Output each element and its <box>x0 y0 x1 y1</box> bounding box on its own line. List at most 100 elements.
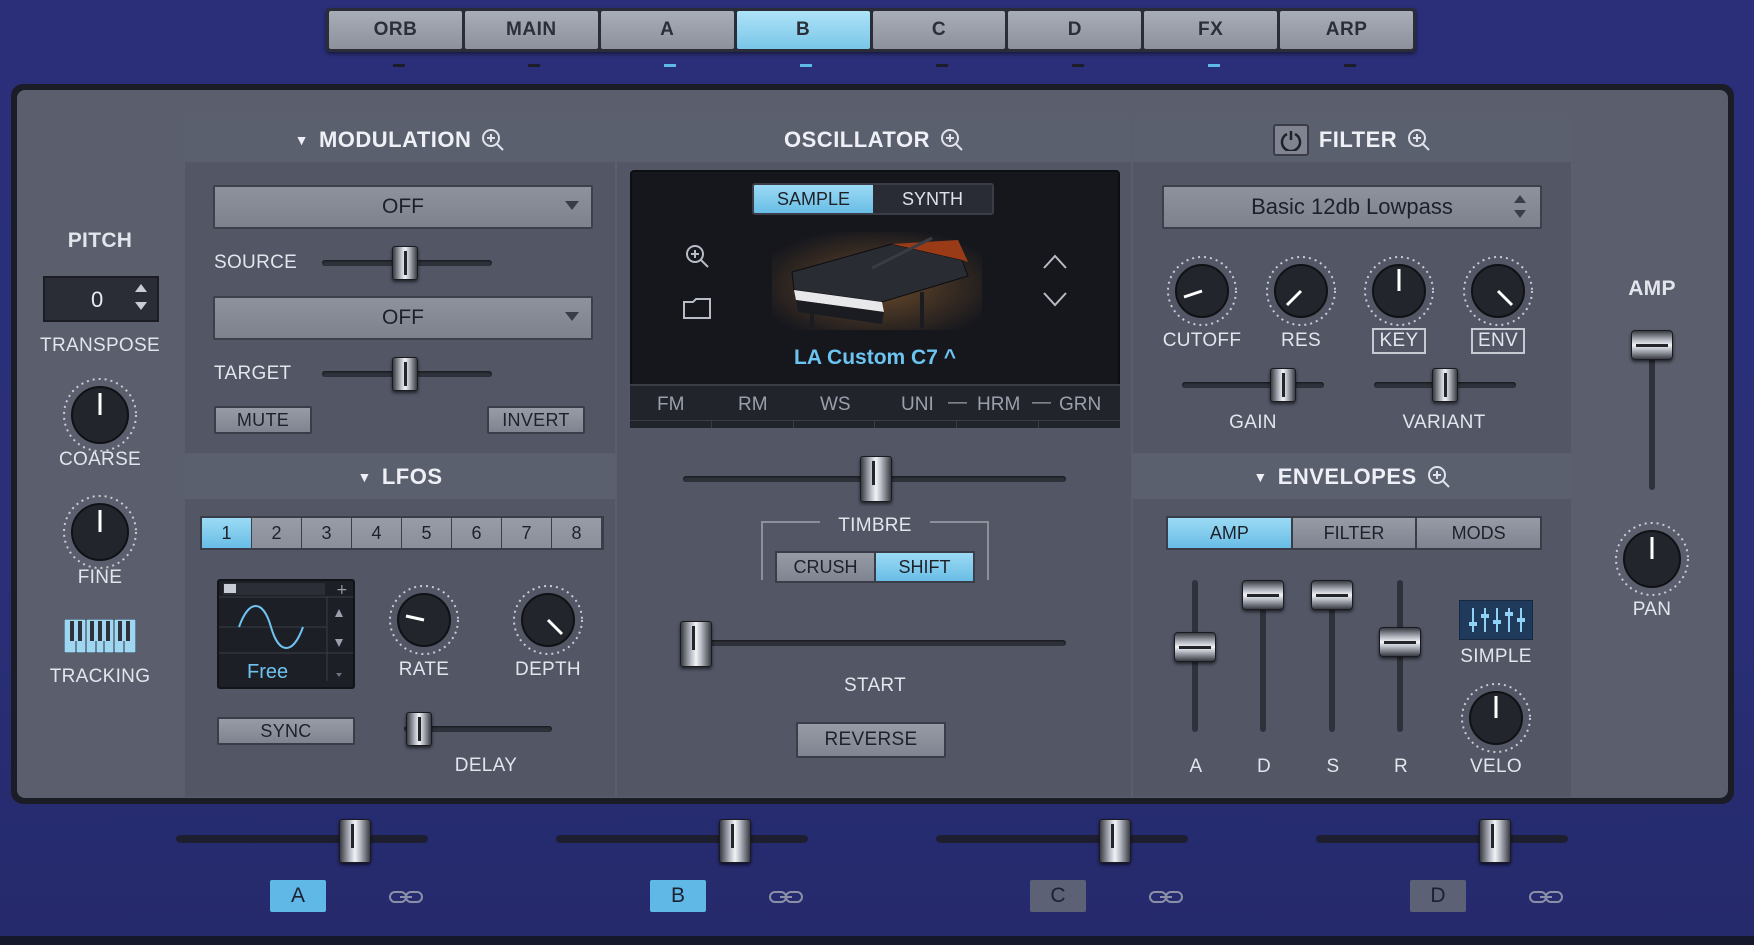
preset-up-icon[interactable] <box>1042 252 1068 272</box>
lfo-tab-8[interactable]: 8 <box>552 518 602 548</box>
key-knob[interactable] <box>1361 253 1437 329</box>
start-slider-thumb[interactable] <box>680 621 712 667</box>
zoom-icon[interactable] <box>1427 465 1451 489</box>
lfo-number-tabs: 1 2 3 4 5 6 7 8 <box>200 516 604 550</box>
zoom-icon[interactable] <box>481 128 505 152</box>
env-tab-amp[interactable]: AMP <box>1168 518 1293 548</box>
tab-b[interactable]: B <box>736 11 870 49</box>
tab-indicator-main <box>528 64 540 67</box>
env-label[interactable]: ENV <box>1471 328 1525 354</box>
instrument-name[interactable]: LA Custom C7 ^ <box>630 346 1120 370</box>
source-slider-thumb[interactable] <box>392 246 418 280</box>
layer-a-level-thumb[interactable] <box>339 819 371 863</box>
mod-tab-ws[interactable]: WS <box>820 394 851 416</box>
gain-slider-thumb[interactable] <box>1270 368 1296 402</box>
tab-orb[interactable]: ORB <box>329 11 462 49</box>
link-icon[interactable] <box>768 888 804 906</box>
mod-tab-uni[interactable]: UNI <box>901 394 934 416</box>
mute-button[interactable]: MUTE <box>214 406 312 434</box>
zoom-icon[interactable] <box>1407 128 1431 152</box>
tab-fx[interactable]: FX <box>1144 11 1278 49</box>
env-knob[interactable] <box>1460 253 1536 329</box>
lfo-tab-7[interactable]: 7 <box>502 518 552 548</box>
transpose-down-icon[interactable] <box>135 302 147 310</box>
link-icon[interactable] <box>1528 888 1564 906</box>
mod-source-select[interactable]: OFF <box>213 185 593 229</box>
link-icon[interactable] <box>1148 888 1184 906</box>
cutoff-knob[interactable] <box>1164 253 1240 329</box>
gain-slider[interactable] <box>1182 382 1324 388</box>
rate-knob[interactable] <box>386 582 462 658</box>
mod-tab-fm[interactable]: FM <box>657 394 684 416</box>
lfo-tab-5[interactable]: 5 <box>402 518 452 548</box>
tab-arp[interactable]: ARP <box>1280 11 1413 49</box>
invert-button[interactable]: INVERT <box>487 406 585 434</box>
transpose-field[interactable]: 0 <box>43 276 159 322</box>
env-tab-mods[interactable]: MODS <box>1417 518 1541 548</box>
shift-button[interactable]: SHIFT <box>876 553 973 581</box>
transpose-up-icon[interactable] <box>135 284 147 292</box>
tab-d[interactable]: D <box>1008 11 1142 49</box>
coarse-knob[interactable] <box>60 375 140 455</box>
tab-main[interactable]: MAIN <box>464 11 598 49</box>
mod-tab-rm[interactable]: RM <box>738 394 768 416</box>
tab-a[interactable]: A <box>600 11 734 49</box>
layer-c-button[interactable]: C <box>1030 880 1086 912</box>
decay-slider-thumb[interactable] <box>1242 580 1284 610</box>
start-slider[interactable] <box>683 640 1066 646</box>
lfo-waveform-display[interactable]: + Free <box>217 579 355 689</box>
crush-button[interactable]: CRUSH <box>777 553 876 581</box>
mode-sample-button[interactable]: SAMPLE <box>754 185 873 213</box>
tab-c[interactable]: C <box>872 11 1006 49</box>
collapse-triangle-icon[interactable]: ▼ <box>357 469 371 485</box>
res-knob[interactable] <box>1263 253 1339 329</box>
filter-power-icon[interactable] <box>1272 124 1309 156</box>
collapse-triangle-icon[interactable]: ▼ <box>295 132 309 148</box>
link-icon[interactable] <box>388 888 424 906</box>
lfo-tab-4[interactable]: 4 <box>352 518 402 548</box>
layer-c-level-slider[interactable] <box>936 835 1188 843</box>
layer-a-button[interactable]: A <box>270 880 326 912</box>
delay-slider-thumb[interactable] <box>406 712 432 746</box>
mode-synth-button[interactable]: SYNTH <box>873 185 992 213</box>
layer-d-level-thumb[interactable] <box>1479 819 1511 863</box>
sync-button[interactable]: SYNC <box>217 717 355 745</box>
layer-b-level-slider[interactable] <box>556 835 808 843</box>
lfo-tab-2[interactable]: 2 <box>252 518 302 548</box>
lfo-tab-6[interactable]: 6 <box>452 518 502 548</box>
velo-knob[interactable] <box>1458 680 1534 756</box>
timbre-slider-thumb[interactable] <box>860 456 892 502</box>
reverse-button[interactable]: REVERSE <box>796 722 946 758</box>
tracking-keyboard-icon[interactable] <box>64 619 136 653</box>
layer-c-level-thumb[interactable] <box>1099 819 1131 863</box>
filter-type-select[interactable]: Basic 12db Lowpass <box>1162 185 1542 229</box>
amp-volume-thumb[interactable] <box>1631 330 1673 360</box>
layer-a-level-slider[interactable] <box>176 835 428 843</box>
lfo-tab-3[interactable]: 3 <box>302 518 352 548</box>
preset-down-icon[interactable] <box>1042 289 1068 309</box>
simple-mode-icon[interactable] <box>1459 600 1533 640</box>
mod-tab-hrm[interactable]: HRM <box>977 394 1020 416</box>
zoom-icon[interactable] <box>940 128 964 152</box>
release-slider-thumb[interactable] <box>1379 627 1421 657</box>
layer-b-level-thumb[interactable] <box>719 819 751 863</box>
collapse-triangle-icon[interactable]: ▼ <box>1253 469 1267 485</box>
sustain-slider-thumb[interactable] <box>1311 580 1353 610</box>
attack-slider-thumb[interactable] <box>1174 632 1216 662</box>
mod-target-select[interactable]: OFF <box>213 296 593 340</box>
layer-d-button[interactable]: D <box>1410 880 1466 912</box>
lfo-tab-1[interactable]: 1 <box>202 518 252 548</box>
fine-knob[interactable] <box>60 492 140 572</box>
key-label[interactable]: KEY <box>1372 328 1426 354</box>
env-tab-filter[interactable]: FILTER <box>1292 518 1418 548</box>
variant-slider-thumb[interactable] <box>1432 368 1458 402</box>
pan-knob[interactable] <box>1612 519 1692 599</box>
layer-d-level-slider[interactable] <box>1316 835 1568 843</box>
depth-knob[interactable] <box>510 582 586 658</box>
zoom-icon[interactable] <box>684 243 710 269</box>
layer-b-button[interactable]: B <box>650 880 706 912</box>
filter-type-value: Basic 12db Lowpass <box>1251 194 1453 219</box>
target-slider-thumb[interactable] <box>392 357 418 391</box>
folder-icon[interactable] <box>682 296 712 320</box>
mod-tab-grn[interactable]: GRN <box>1059 394 1101 416</box>
